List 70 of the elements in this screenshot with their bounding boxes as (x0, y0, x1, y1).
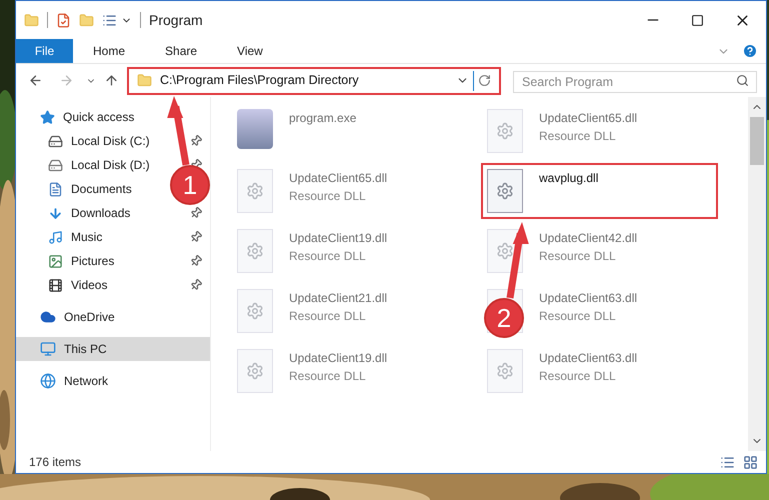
file-type: Resource DLL (289, 308, 367, 325)
file-type: Resource DLL (289, 368, 367, 385)
file-type: Resource DLL (539, 248, 617, 265)
monitor-icon (40, 341, 56, 357)
file-name: UpdateClient63.dll (539, 290, 638, 307)
settings-file-icon (487, 109, 523, 153)
folder-icon (137, 73, 152, 88)
file-name: UpdateClient19.dll (289, 350, 388, 367)
sidebar-item[interactable]: Network (16, 369, 210, 393)
cloud-icon (40, 309, 56, 325)
item-count: 176 items (29, 454, 82, 471)
properties-icon[interactable] (56, 12, 71, 28)
settings-file-icon (237, 229, 273, 273)
search-icon (736, 74, 749, 86)
network-icon (40, 373, 56, 389)
star-icon (40, 110, 55, 124)
file-name: UpdateClient65.dll (539, 110, 638, 127)
file-name: UpdateClient65.dll (289, 170, 388, 187)
ribbon-tab[interactable]: View (217, 39, 283, 63)
download-icon (48, 206, 63, 220)
picture-icon (48, 254, 63, 268)
details-view-icon[interactable] (720, 454, 735, 470)
search-field[interactable]: Search Program (513, 70, 757, 92)
ribbon-tab[interactable]: Share (145, 39, 218, 63)
file-name: program.exe (289, 110, 356, 127)
file-type: Resource DLL (289, 188, 367, 205)
file-name: UpdateClient42.dll (539, 230, 638, 247)
window-title: Program (149, 10, 203, 30)
file-name: wavplug.dll (539, 170, 598, 187)
music-note-icon (48, 230, 63, 244)
maximize-button[interactable] (691, 14, 704, 26)
file-type: Resource DLL (289, 248, 367, 265)
document-icon (48, 182, 63, 196)
file-name: UpdateClient21.dll (289, 290, 388, 307)
settings-file-icon (237, 169, 273, 213)
film-icon (48, 278, 63, 292)
large-icons-view-icon[interactable] (743, 454, 758, 470)
sidebar-item[interactable]: Music (16, 225, 210, 249)
settings-file-icon (237, 349, 273, 393)
drive-icon (48, 158, 63, 172)
file-name: UpdateClient63.dll (539, 350, 638, 367)
refresh-button[interactable] (478, 74, 491, 87)
up-button[interactable] (104, 73, 119, 88)
sidebar-item[interactable]: Videos (16, 273, 210, 297)
file-type: Resource DLL (539, 368, 617, 385)
sidebar-item[interactable]: Local Disk (C:) (16, 129, 210, 153)
settings-file-icon (237, 289, 273, 333)
scrollbar[interactable] (748, 97, 766, 451)
address-path: C:\Program Files\Program Directory (160, 72, 360, 90)
view-list-icon[interactable] (102, 12, 117, 28)
back-button[interactable] (28, 73, 43, 88)
scrollbar-thumb[interactable] (750, 117, 764, 165)
settings-file-icon (487, 229, 523, 273)
file-name: UpdateClient19.dll (289, 230, 388, 247)
sidebar-item[interactable]: Pictures (16, 249, 210, 273)
settings-file-icon (487, 349, 523, 393)
help-icon[interactable] (742, 43, 758, 59)
file-type: Resource DLL (539, 128, 617, 145)
file-type: Resource DLL (539, 308, 617, 325)
callout-arrow (167, 96, 190, 166)
ribbon-tab[interactable]: Home (73, 39, 146, 63)
drive-icon (48, 134, 63, 148)
address-bar[interactable]: C:\Program Files\Program Directory (127, 66, 501, 94)
file-item[interactable]: wavplug.dll (481, 163, 718, 219)
sidebar-item[interactable]: This PC (16, 337, 210, 361)
ribbon-tab[interactable]: File (16, 39, 73, 63)
program-icon (237, 109, 273, 149)
settings-file-icon (487, 169, 523, 213)
sidebar-item[interactable]: Quick access (16, 105, 210, 129)
sidebar-item[interactable]: OneDrive (16, 305, 210, 329)
